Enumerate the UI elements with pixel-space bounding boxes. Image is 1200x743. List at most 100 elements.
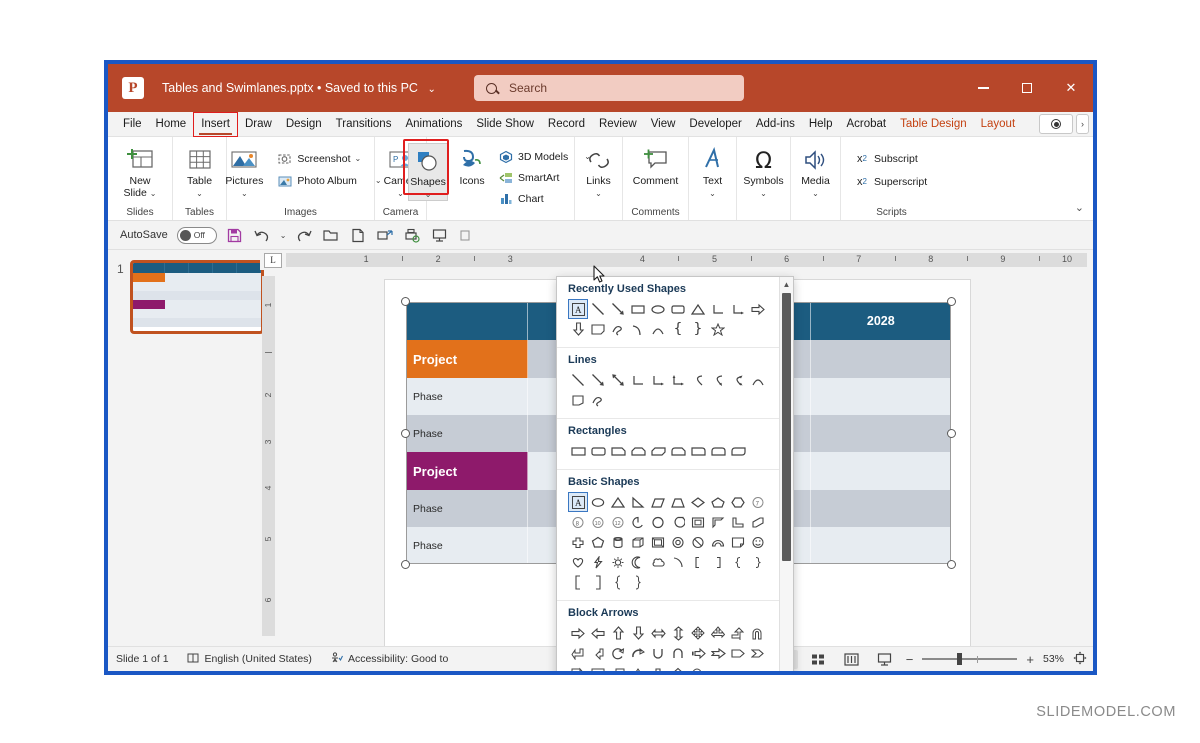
arrow-up-callout[interactable] [628, 663, 648, 671]
arrow-right-callout[interactable] [568, 663, 588, 671]
basic-half-frame[interactable] [708, 512, 728, 532]
arrow-pentagon[interactable] [728, 643, 748, 663]
basic-bevel[interactable] [648, 532, 668, 552]
basic-triangle[interactable] [608, 492, 628, 512]
print-preview-icon[interactable] [403, 226, 421, 244]
resize-handle-middle-left[interactable] [401, 428, 410, 438]
shape-rounded-rectangle[interactable] [668, 299, 688, 319]
connector-curved[interactable] [688, 370, 708, 390]
basic-cloud[interactable] [648, 552, 668, 572]
line-plain[interactable] [568, 370, 588, 390]
start-slideshow-icon[interactable] [430, 226, 448, 244]
basic-trapezoid[interactable] [668, 492, 688, 512]
scroll-up-arrow-icon[interactable]: ▲ [780, 277, 793, 291]
vertical-ruler-bar[interactable]: 1 2 3 4 5 6 [261, 276, 275, 636]
zoom-slider-knob[interactable] [956, 653, 962, 665]
accessibility-indicator[interactable]: Accessibility: Good to [330, 651, 448, 667]
redo-icon[interactable] [295, 226, 313, 244]
record-button[interactable] [1039, 114, 1073, 134]
chevron-down-icon[interactable]: ⌄ [196, 189, 203, 198]
shape-textbox[interactable]: A [568, 299, 588, 319]
shapes-dropdown-menu[interactable]: Recently Used Shapes A {} Lines Rectang… [556, 276, 794, 671]
connector-elbow-double-arrow[interactable] [668, 370, 688, 390]
basic-oval[interactable] [588, 492, 608, 512]
new-file-icon[interactable] [349, 226, 367, 244]
basic-pentagon[interactable] [708, 492, 728, 512]
basic-right-triangle[interactable] [628, 492, 648, 512]
tab-file[interactable]: File [116, 112, 149, 137]
tab-record[interactable]: Record [541, 112, 592, 137]
rect-round-diagonal[interactable] [728, 441, 748, 461]
shape-line[interactable] [588, 299, 608, 319]
media-button[interactable]: Media ⌄ [789, 143, 843, 199]
ribbon-collapse-button[interactable]: ⌄ [1075, 201, 1084, 214]
open-icon[interactable] [322, 226, 340, 244]
bracket-right[interactable] [708, 552, 728, 572]
basic-moon[interactable] [628, 552, 648, 572]
arrow-curved-down[interactable] [668, 643, 688, 663]
rect-plain[interactable] [568, 441, 588, 461]
icons-button[interactable]: Icons [452, 143, 492, 187]
chevron-down-icon[interactable]: ⌄ [709, 189, 716, 198]
tab-developer[interactable]: Developer [682, 112, 748, 137]
shape-freeform[interactable] [568, 390, 588, 410]
undo-icon[interactable] [253, 226, 271, 244]
zoom-slider[interactable] [922, 653, 1018, 665]
basic-frame[interactable] [688, 512, 708, 532]
shape-scribble[interactable] [588, 390, 608, 410]
connector-curved-double-arrow[interactable] [728, 370, 748, 390]
shape-star[interactable] [708, 319, 728, 339]
pictures-button[interactable]: Pictures ⌄ [217, 143, 271, 199]
arrow-down-callout[interactable] [588, 663, 608, 671]
arrow-curved-up[interactable] [648, 643, 668, 663]
zoom-in-button[interactable]: + [1026, 652, 1034, 667]
basic-can[interactable] [608, 532, 628, 552]
shape-arrow[interactable] [608, 299, 628, 319]
brace-left[interactable] [728, 552, 748, 572]
new-slide-button[interactable]: New Slide ⌄ [113, 143, 167, 199]
chevron-down-icon[interactable]: ⌄ [150, 189, 157, 198]
search-box[interactable]: Search [474, 75, 744, 101]
connector-curved-arrow[interactable] [708, 370, 728, 390]
links-button[interactable]: Links ⌄ [572, 143, 626, 199]
resize-handle-middle-right[interactable] [947, 428, 956, 438]
rect-rounded[interactable] [588, 441, 608, 461]
fit-to-window-icon[interactable] [1073, 651, 1087, 668]
connector-elbow-arrow[interactable] [648, 370, 668, 390]
scrollbar-thumb[interactable] [782, 293, 791, 561]
shape-left-brace[interactable]: { [668, 319, 688, 339]
basic-textbox[interactable]: A [568, 492, 588, 512]
tab-insert[interactable]: Insert [193, 111, 238, 137]
basic-parallelogram[interactable] [648, 492, 668, 512]
text-button[interactable]: Text ⌄ [686, 143, 740, 199]
shape-curve[interactable] [628, 319, 648, 339]
basic-heart[interactable] [568, 552, 588, 572]
screenshot-button[interactable]: Screenshot ⌄ [275, 149, 383, 168]
line-double-arrow[interactable] [608, 370, 628, 390]
arrow-left-right[interactable] [648, 623, 668, 643]
bracket-left[interactable] [688, 552, 708, 572]
resize-handle-top-right[interactable] [947, 297, 956, 306]
arrow-diamond[interactable] [668, 663, 688, 671]
chevron-down-icon[interactable]: ⌄ [760, 189, 767, 198]
close-button[interactable]: ✕ [1049, 64, 1093, 112]
view-slide-sorter-button[interactable] [807, 650, 831, 669]
basic-donut[interactable] [668, 532, 688, 552]
chevron-down-icon[interactable]: ⌄ [425, 190, 432, 199]
tab-view[interactable]: View [644, 112, 683, 137]
shape-arc[interactable] [648, 319, 668, 339]
tab-stop-selector[interactable]: L [264, 252, 282, 268]
zoom-out-button[interactable]: − [906, 652, 914, 667]
basic-diamond[interactable] [688, 492, 708, 512]
chevron-down-icon[interactable]: ⌄ [397, 189, 404, 198]
arrow-bent-down[interactable] [588, 643, 608, 663]
basic-cube[interactable] [628, 532, 648, 552]
tab-table-design[interactable]: Table Design [893, 112, 973, 137]
slide-thumbnail-1[interactable] [130, 260, 264, 334]
resize-handle-bottom-left[interactable] [401, 560, 410, 569]
basic-lightning-bolt[interactable] [588, 552, 608, 572]
symbols-button[interactable]: Ω Symbols ⌄ [737, 143, 791, 199]
save-icon[interactable] [226, 226, 244, 244]
basic-chord[interactable] [648, 512, 668, 532]
shape-elbow-connector[interactable] [708, 299, 728, 319]
